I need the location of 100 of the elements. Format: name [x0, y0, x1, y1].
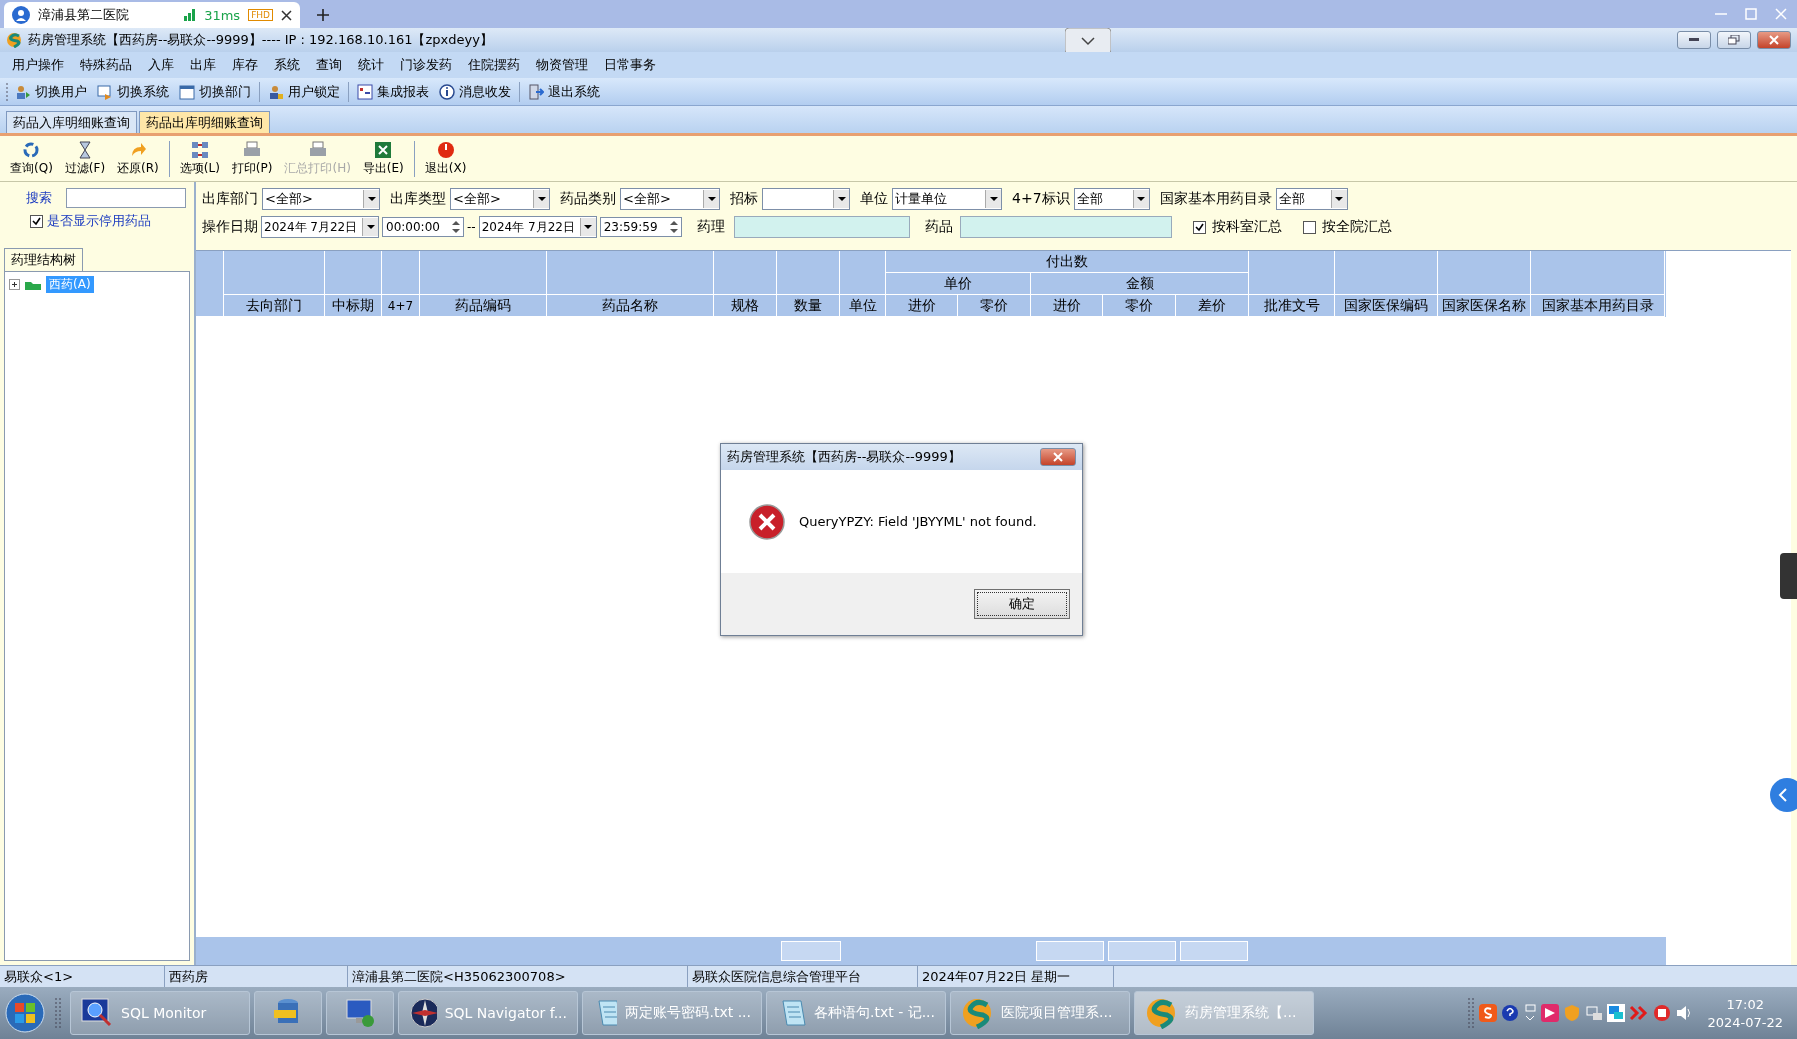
menu-item[interactable]: 特殊药品: [72, 56, 140, 74]
toolbar-button[interactable]: 切换部门: [175, 80, 255, 103]
date-picker[interactable]: 2024年 7月22日: [478, 216, 597, 238]
dropdown[interactable]: 全部: [1073, 188, 1150, 210]
action-button[interactable]: 过滤(F): [60, 138, 110, 179]
column-header[interactable]: 国家基本用药目录: [1531, 295, 1665, 317]
dropdown[interactable]: <全部>: [262, 188, 380, 210]
tree-tab[interactable]: 药理结构树: [4, 248, 83, 271]
column-header[interactable]: 4+7: [382, 295, 420, 317]
column-header[interactable]: 国家医保编码: [1335, 295, 1438, 317]
ok-button[interactable]: 确定: [974, 589, 1070, 619]
network-icon[interactable]: [1585, 1004, 1604, 1022]
checkbox[interactable]: [30, 214, 43, 228]
checkbox[interactable]: [1302, 220, 1316, 234]
menu-item[interactable]: 库存: [224, 56, 266, 74]
column-header[interactable]: 国家医保名称: [1438, 295, 1531, 317]
column-header[interactable]: 单位: [840, 295, 886, 317]
menu-item[interactable]: 日常事务: [596, 56, 664, 74]
tab-title: 漳浦县第二医院: [38, 6, 129, 24]
action-button[interactable]: 退出(X): [420, 138, 471, 179]
toolbar-button[interactable]: 退出系统: [524, 80, 604, 103]
tab[interactable]: 药品出库明细账查询: [139, 111, 270, 133]
tab[interactable]: 药品入库明细账查询: [6, 111, 137, 133]
toolbar-button[interactable]: 消息收发: [435, 80, 515, 103]
caret-icon: [707, 196, 716, 202]
maximize-icon[interactable]: [1745, 8, 1757, 20]
dropdown[interactable]: <全部>: [620, 188, 720, 210]
menu-item[interactable]: 物资管理: [528, 56, 596, 74]
pharmacology-field[interactable]: [733, 216, 910, 238]
time-field[interactable]: 23:59:59: [599, 217, 682, 237]
dropdown[interactable]: 全部: [1275, 188, 1348, 210]
column-header[interactable]: 零价: [958, 295, 1031, 317]
menu-item[interactable]: 出库: [182, 56, 224, 74]
toolbar-button[interactable]: 切换用户: [11, 80, 91, 103]
action-button[interactable]: 查询(Q): [6, 138, 57, 179]
time-field[interactable]: 00:00:00: [382, 217, 464, 237]
options-icon: [190, 140, 209, 159]
column-header[interactable]: 批准文号: [1249, 295, 1335, 317]
taskbar-button[interactable]: [326, 991, 394, 1035]
column-group-header: 付出数: [886, 251, 1249, 273]
drug-field[interactable]: [959, 216, 1172, 238]
column-header[interactable]: 差价: [1176, 295, 1249, 317]
checkbox-label: 按科室汇总: [1211, 218, 1282, 236]
quality-badge: FHD: [248, 9, 273, 21]
taskbar-button[interactable]: [254, 991, 322, 1035]
menu-item[interactable]: 门诊发药: [392, 56, 460, 74]
caret-icon: [366, 224, 375, 230]
column-header[interactable]: 去向部门: [224, 295, 325, 317]
checkbox[interactable]: [1192, 220, 1206, 234]
menu-item[interactable]: 住院摆药: [460, 56, 528, 74]
help-icon[interactable]: [1501, 1004, 1520, 1022]
close-button[interactable]: [1040, 448, 1076, 466]
dropdown[interactable]: <全部>: [450, 188, 550, 210]
column-header[interactable]: 中标期: [325, 295, 382, 317]
dropdown[interactable]: [762, 188, 850, 210]
column-header[interactable]: 规格: [714, 295, 777, 317]
menu-item[interactable]: 统计: [350, 56, 392, 74]
column-header[interactable]: 数量: [777, 295, 840, 317]
caret-icon: [989, 196, 998, 202]
date-picker[interactable]: 2024年 7月22日: [261, 216, 379, 238]
toolbar-button[interactable]: 用户锁定: [264, 80, 344, 103]
minimize-button[interactable]: [1677, 31, 1711, 49]
menu-item[interactable]: 系统: [266, 56, 308, 74]
menu-item[interactable]: 用户操作: [4, 56, 72, 74]
side-handle[interactable]: [1780, 553, 1797, 599]
filter-label: 操作日期: [202, 218, 258, 236]
compass-icon: [409, 997, 437, 1029]
column-header[interactable]: 进价: [886, 295, 958, 317]
signal-icon: [184, 9, 197, 21]
action-button[interactable]: 选项(L): [175, 138, 224, 179]
toolbar-button[interactable]: 切换系统: [93, 80, 173, 103]
column-header[interactable]: 进价: [1031, 295, 1103, 317]
app-icon[interactable]: [1653, 1004, 1672, 1022]
column-header[interactable]: 药品编码: [420, 295, 547, 317]
close-button[interactable]: [1757, 31, 1791, 49]
caret-icon: [367, 196, 376, 202]
spreadsheet-icon: [374, 140, 393, 159]
menu-item[interactable]: 查询: [308, 56, 350, 74]
caret-icon: [1137, 196, 1146, 202]
browser-tab[interactable]: 漳浦县第二医院 31ms FHD: [4, 2, 300, 28]
chat-icon[interactable]: [1607, 1004, 1626, 1022]
toolbar-button[interactable]: 集成报表: [353, 80, 433, 103]
action-button[interactable]: 还原(R): [113, 138, 163, 179]
collapse-tab-icon[interactable]: [1065, 28, 1111, 54]
menu-item[interactable]: 入库: [140, 56, 182, 74]
action-button[interactable]: 打印(P): [227, 138, 277, 179]
search-field[interactable]: [66, 188, 186, 208]
action-button[interactable]: 导出(E): [358, 138, 408, 179]
app-icon[interactable]: [1541, 1004, 1560, 1022]
column-header[interactable]: 药品名称: [547, 295, 714, 317]
column-group-header: 金额: [1031, 273, 1249, 295]
new-tab-icon[interactable]: [316, 8, 330, 22]
input-method-icon[interactable]: [1479, 1004, 1498, 1022]
expand-toggle-icon[interactable]: [9, 279, 20, 290]
dropdown[interactable]: 计量单位: [892, 188, 1002, 210]
start-button[interactable]: [4, 992, 46, 1034]
column-header[interactable]: 零价: [1103, 295, 1176, 317]
restore-button[interactable]: [1717, 31, 1751, 49]
close-icon[interactable]: [281, 9, 292, 21]
error-message: QueryYPZY: Field 'JBYYML' not found.: [799, 514, 1037, 529]
